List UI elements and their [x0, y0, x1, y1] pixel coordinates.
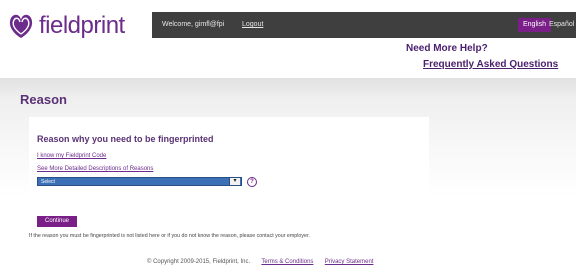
fieldprint-logo-icon	[9, 14, 33, 38]
section-title: Reason why you need to be fingerprinted	[37, 134, 214, 144]
faq-link[interactable]: Frequently Asked Questions	[423, 59, 558, 70]
footer: © Copyright 2009-2015, Fieldprint, Inc. …	[147, 259, 373, 265]
privacy-link[interactable]: Privacy Statement	[325, 259, 374, 265]
reason-card	[29, 117, 429, 201]
help-icon[interactable]: ?	[247, 177, 257, 187]
chevron-down-icon[interactable]: ▾	[229, 178, 240, 185]
logout-link[interactable]: Logout	[242, 21, 263, 28]
fieldprint-logo[interactable]: fieldprint	[6, 12, 125, 40]
welcome-text: Welcome, gimfl@fpi	[162, 21, 225, 28]
language-english-button[interactable]: English	[518, 18, 551, 32]
page-title: Reason	[20, 92, 67, 107]
fieldprint-code-link[interactable]: I know my Fieldprint Code	[37, 153, 106, 159]
reason-select-value: Select	[41, 179, 55, 185]
terms-link[interactable]: Terms & Conditions	[261, 259, 313, 265]
copyright-text: © Copyright 2009-2015, Fieldprint, Inc.	[147, 259, 251, 265]
top-bar: Welcome, gimfl@fpi Logout English Españo…	[152, 12, 576, 38]
language-espanol-link[interactable]: Español	[549, 21, 574, 28]
reason-select[interactable]: Select ▾	[37, 177, 242, 186]
help-title: Need More Help?	[406, 43, 488, 54]
logo-text: fieldprint	[39, 12, 125, 39]
reasons-description-link[interactable]: See More Detailed Descriptions of Reason…	[37, 166, 153, 172]
reason-notice: If the reason you must be fingerprinted …	[29, 233, 310, 239]
continue-button[interactable]: Continue	[37, 216, 77, 227]
